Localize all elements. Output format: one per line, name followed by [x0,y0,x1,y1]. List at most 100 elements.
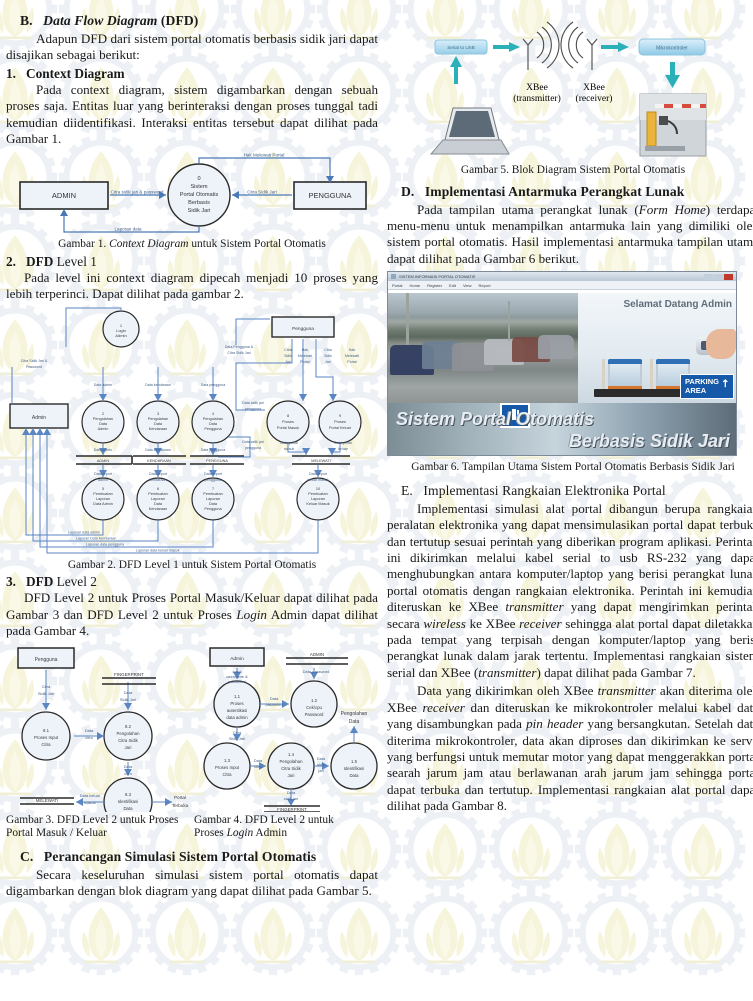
menu-item-edit[interactable]: Edit [449,283,456,288]
svg-text:KENDARAAN: KENDARAAN [147,459,171,463]
menu-item-report[interactable]: Report [479,283,491,288]
section-b-title-italic: Data Flow Diagram [43,13,158,28]
svg-text:Laporan data keluar masuk: Laporan data keluar masuk [136,548,180,552]
item1-paragraph: Pada context diagram, sistem digambarkan… [6,81,378,147]
item3-title-bold: DFD [25,574,54,590]
figure1-flow-hak: Hak Melewati Portal [244,153,285,158]
svg-text:Citra Sidik Jari: Citra Sidik Jari [227,351,250,355]
menu-item-home[interactable]: Home [409,283,420,288]
svg-text:Proses: Proses [334,420,346,424]
e-p1-it2: wireless [423,615,466,631]
svg-text:Pengolahan: Pengolahan [341,711,368,717]
e-p2-it1: transmitter [597,683,656,699]
svg-text:Portal: Portal [300,360,310,364]
svg-text:7: 7 [212,487,214,491]
figure-6-app-screenshot: SISTEM INFORMASI PORTAL OTOMATIS Portal … [387,271,737,457]
menu-item-portal[interactable]: Portal [392,283,402,288]
svg-text:6: 6 [157,487,159,491]
svg-text:Pengguna: Pengguna [292,326,314,332]
banner-line-2: Berbasis Sidik Jari [568,431,730,452]
section-e-paragraph-1: Implementasi simulasi alat portal dibang… [387,501,753,681]
svg-text:5: 5 [102,487,104,491]
svg-text:Pengolahan: Pengolahan [148,417,168,421]
svg-text:Admin: Admin [230,656,244,662]
svg-text:Kendaraan: Kendaraan [149,507,168,511]
svg-text:10: 10 [316,487,320,491]
figure1-flow-citra: Citra Sidik Jari [247,190,277,195]
svg-text:Pengolahan: Pengolahan [117,731,141,736]
close-button[interactable] [724,273,733,280]
maximize-button[interactable] [714,273,723,280]
svg-text:Pengguna: Pengguna [35,657,58,663]
document-page: B. Data Flow Diagram (DFD) Adapun DFD da… [0,0,753,1001]
figure1-process-0: 0 [197,176,200,182]
figure-3-dfd-level2-portal: Pengguna FINGERPRINT MELEWATI 8.1 Proses… [6,644,190,812]
svg-text:Data: Data [85,728,94,733]
e-p1-it3: receiver [519,615,562,631]
svg-text:Data: Data [349,773,359,778]
app-banner: Sistem Portal Otomatis Berbasis Sidik Ja… [388,403,736,456]
svg-text:1.5: 1.5 [351,759,358,764]
parking-area-sign: PARKING AREA ↗ [679,374,734,400]
section-d-para-a: Pada tampilan utama perangkat lunak ( [417,201,639,217]
figure-4-caption: Gambar 4. DFD Level 2 untuk Proses Login… [194,814,374,841]
minimize-button[interactable] [704,273,713,280]
e-p2-it3: pin header [526,716,584,732]
svg-text:citra: citra [85,735,93,740]
figure-1-context-diagram: ADMIN PENGGUNA 0 Sistem Portal Otomatis … [6,153,378,238]
svg-text:Sistem: Sistem [190,184,207,190]
item1-num: 1. [6,65,16,81]
section-b-letter: B. [20,13,33,28]
svg-text:pengguna: pengguna [245,446,261,450]
e-p1-it1: transmitter [505,599,564,615]
fig4-cap-l2b: Admin [253,827,288,840]
heading-section-b: B. Data Flow Diagram (DFD) [6,13,378,29]
figure5-block-serial-to-usb: Serial to USB [447,45,475,50]
svg-text:Data: Data [270,696,279,701]
svg-text:citra: citra [124,771,132,776]
svg-text:Citra: Citra [222,772,232,777]
menu-item-register[interactable]: Register [427,283,442,288]
svg-text:Laporan: Laporan [96,497,110,501]
figure1-entity-pengguna: PENGGUNA [309,191,352,200]
figure-1-caption: Gambar 1. Context Diagram untuk Sistem P… [6,238,378,252]
svg-text:Data sidik jari: Data sidik jari [242,401,264,405]
svg-text:Citra: Citra [42,684,51,689]
svg-text:Pembuatan: Pembuatan [93,492,112,496]
app-menu-bar[interactable]: Portal Home Register Edit View Report [388,281,736,291]
svg-text:Laporan Data Kendaraan: Laporan Data Kendaraan [76,536,116,540]
svg-text:jari: jari [317,768,323,773]
svg-text:Data kendaraan: Data kendaraan [145,383,171,387]
svg-text:Admin: Admin [98,427,109,431]
svg-text:Laporan: Laporan [311,497,325,501]
section-e-title: Implementasi Rangkaian Elektronika Porta… [423,482,666,498]
svg-text:Data: Data [287,790,296,795]
svg-text:8.1: 8.1 [43,728,50,733]
fig1-cap-post: untuk Sistem Portal Otomatis [188,238,326,251]
svg-text:masuk: masuk [284,447,295,451]
banner-line-1: Sistem Portal Otomatis [396,409,595,430]
svg-text:4: 4 [212,412,214,416]
svg-text:Data portal: Data portal [334,441,352,445]
svg-text:3: 3 [157,412,159,416]
figure5-block-mikrokontroler: Mikrokontroler [656,46,688,52]
svg-text:Data keluar: Data keluar [80,793,101,798]
menu-item-view[interactable]: View [463,283,472,288]
svg-text:Data: Data [154,422,163,426]
antenna-receiver-icon [560,21,598,70]
arrow-icon: ↗ [718,377,733,391]
svg-text:Portal Masuk: Portal Masuk [277,426,299,430]
svg-text:Data portal: Data portal [280,441,298,445]
svg-text:Pengguna: Pengguna [204,427,222,431]
svg-text:Data admin: Data admin [94,448,112,452]
window-controls[interactable] [704,273,733,280]
svg-text:sidik: sidik [317,762,325,767]
svg-text:Proses: Proses [282,420,294,424]
svg-text:Data: Data [99,422,108,426]
svg-text:pengguna: pengguna [205,478,221,482]
svg-text:Data: Data [124,764,133,769]
heading-item-2: 2. DFD Level 1 [6,254,378,270]
figure-5-caption: Gambar 5. Blok Diagram Sistem Portal Oto… [460,164,686,176]
svg-text:Keluar Masuk: Keluar Masuk [306,502,329,506]
svg-text:1.1: 1.1 [234,694,241,699]
